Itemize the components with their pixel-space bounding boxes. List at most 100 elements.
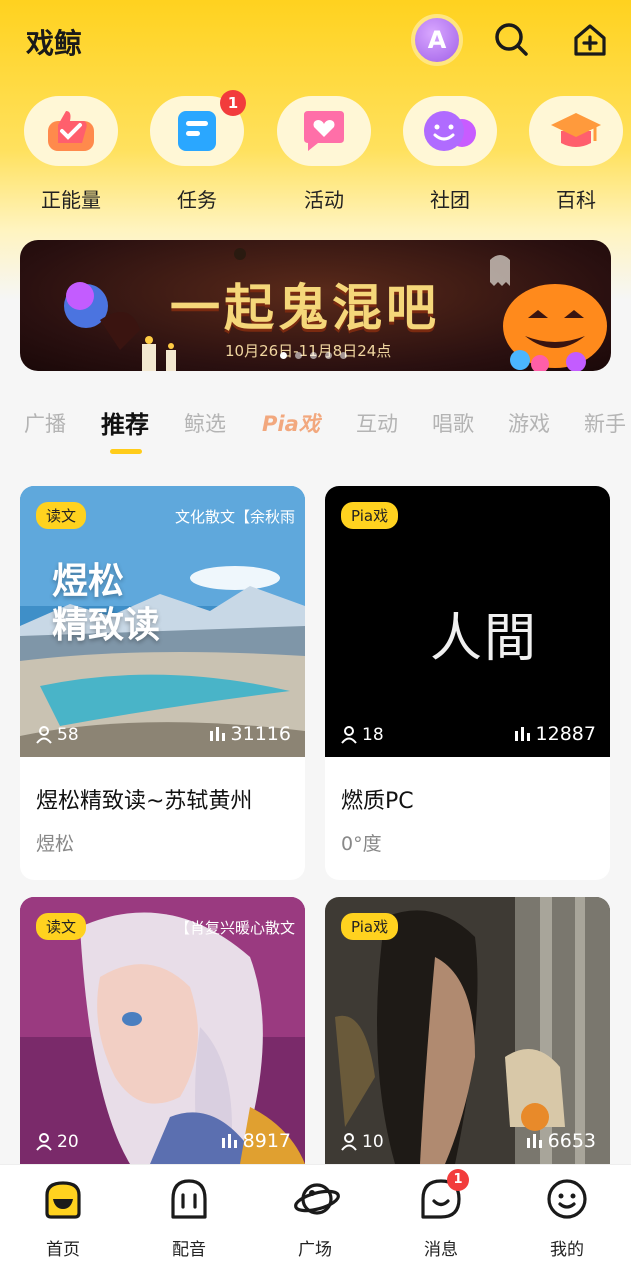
search-icon[interactable]: [492, 20, 532, 60]
card-cover: Pia戏 10 6653: [325, 897, 610, 1164]
quick-action-label: 社团: [430, 188, 470, 212]
play-value: 8917: [242, 1130, 291, 1152]
listener-value: 58: [57, 725, 79, 745]
task-icon: 1: [150, 90, 246, 166]
listener-count: 58: [36, 725, 79, 745]
quick-action-task[interactable]: 1 任务: [147, 90, 247, 213]
smile-bubble-icon: [403, 96, 497, 166]
play-count: 31116: [209, 723, 291, 745]
card-tag: Pia戏: [341, 502, 399, 529]
nav-label: 消息: [424, 1240, 458, 1260]
card-author: 煜松: [36, 833, 75, 855]
room-card[interactable]: Pia戏 人間 18 12887 燃质PC 0°度: [325, 486, 610, 880]
bars-icon: [221, 1134, 237, 1148]
nav-plaza[interactable]: 广场: [265, 1177, 365, 1260]
quick-action-label: 任务: [177, 188, 217, 212]
add-post-icon[interactable]: [570, 20, 610, 60]
bars-icon: [526, 1134, 542, 1148]
play-value: 12887: [535, 723, 596, 745]
tab-curated[interactable]: 鲸选: [184, 408, 226, 438]
listener-count: 18: [341, 725, 384, 745]
cover-text: 煜松 精致读: [52, 561, 161, 646]
thumbs-up-icon: [24, 96, 118, 166]
profile-icon: [545, 1177, 589, 1221]
card-tag: Pia戏: [341, 913, 399, 940]
nav-label: 我的: [550, 1240, 584, 1260]
avatar[interactable]: A: [411, 14, 463, 66]
quick-action-club[interactable]: 社团: [400, 96, 500, 213]
nav-label: 配音: [172, 1240, 206, 1260]
cover-text: 人間: [430, 609, 539, 669]
nav-messages[interactable]: 1 消息: [391, 1169, 491, 1260]
card-tag: 读文: [36, 502, 87, 529]
header: 戏鲸 A: [0, 0, 631, 80]
active-tab-indicator: [110, 449, 142, 454]
tab-pia[interactable]: Pia戏: [262, 408, 320, 438]
card-cover: Pia戏 人間 18 12887: [325, 486, 610, 757]
nav-home[interactable]: 首页: [13, 1177, 113, 1260]
message-badge: 1: [447, 1169, 469, 1191]
play-count: 12887: [514, 723, 596, 745]
play-value: 6653: [547, 1130, 596, 1152]
person-icon: [36, 1133, 52, 1151]
tab-recommended[interactable]: 推荐: [101, 405, 149, 440]
pagination-dot: [310, 352, 317, 359]
room-card[interactable]: 读文 文化散文【余秋雨 煜松 精致读 58 31116 煜松精致读~苏轼黄州 煜…: [20, 486, 305, 880]
tab-interactive[interactable]: 互动: [356, 408, 398, 438]
bars-icon: [514, 727, 530, 741]
app-title: 戏鲸: [26, 27, 83, 60]
card-subtitle: 【肖复兴暖心散文: [174, 919, 295, 937]
category-tabs: 广播 推荐 鲸选 Pia戏 互动 唱歌 游戏 新手: [0, 400, 631, 460]
avatar-letter: A: [427, 26, 447, 54]
pagination-dot: [280, 352, 287, 359]
pagination-dot: [325, 352, 332, 359]
listener-value: 10: [362, 1132, 384, 1152]
play-value: 31116: [230, 723, 291, 745]
pagination-dot: [295, 352, 302, 359]
quick-action-positive-energy[interactable]: 正能量: [21, 96, 121, 213]
tab-games[interactable]: 游戏: [508, 408, 550, 438]
nav-profile[interactable]: 我的: [517, 1177, 617, 1260]
quick-action-label: 活动: [304, 188, 344, 212]
heart-chat-icon: [277, 96, 371, 166]
card-title: 煜松精致读~苏轼黄州: [36, 789, 253, 814]
quick-action-label: 百科: [556, 188, 596, 212]
message-icon: 1: [419, 1169, 469, 1221]
card-author: 0°度: [341, 833, 382, 855]
listener-value: 20: [57, 1132, 79, 1152]
nav-label: 首页: [46, 1240, 80, 1260]
quick-action-label: 正能量: [41, 188, 101, 212]
card-cover: 读文 【肖复兴暖心散文 20 8917: [20, 897, 305, 1164]
play-count: 6653: [526, 1130, 596, 1152]
room-card[interactable]: 读文 【肖复兴暖心散文 20 8917: [20, 897, 305, 1164]
planet-icon: [293, 1177, 340, 1221]
banner-pagination: [280, 352, 347, 359]
listener-value: 18: [362, 725, 384, 745]
person-icon: [341, 1133, 357, 1151]
card-tag: 读文: [36, 913, 87, 940]
card-subtitle: 文化散文【余秋雨: [174, 508, 295, 526]
bottom-nav: 首页 配音 广场 1 消息 我的: [0, 1164, 631, 1281]
dubbing-icon: [167, 1177, 211, 1221]
home-icon: [41, 1177, 85, 1221]
card-title: 燃质PC: [341, 789, 414, 814]
listener-count: 20: [36, 1132, 79, 1152]
tab-broadcast[interactable]: 广播: [24, 408, 66, 438]
person-icon: [36, 726, 52, 744]
nav-dubbing[interactable]: 配音: [139, 1177, 239, 1260]
listener-count: 10: [341, 1132, 384, 1152]
task-badge: 1: [220, 90, 246, 116]
quick-action-wiki[interactable]: 百科: [526, 96, 626, 213]
card-cover: 读文 文化散文【余秋雨 煜松 精致读 58 31116: [20, 486, 305, 757]
pagination-dot: [340, 352, 347, 359]
person-icon: [341, 726, 357, 744]
graduation-cap-icon: [529, 96, 623, 166]
tab-newbie[interactable]: 新手: [584, 408, 631, 438]
bars-icon: [209, 727, 225, 741]
room-card[interactable]: Pia戏 10 6653: [325, 897, 610, 1164]
nav-label: 广场: [298, 1240, 332, 1260]
tab-singing[interactable]: 唱歌: [432, 408, 474, 438]
play-count: 8917: [221, 1130, 291, 1152]
quick-action-events[interactable]: 活动: [274, 96, 374, 213]
banner-title: 一起鬼混吧: [170, 279, 440, 337]
